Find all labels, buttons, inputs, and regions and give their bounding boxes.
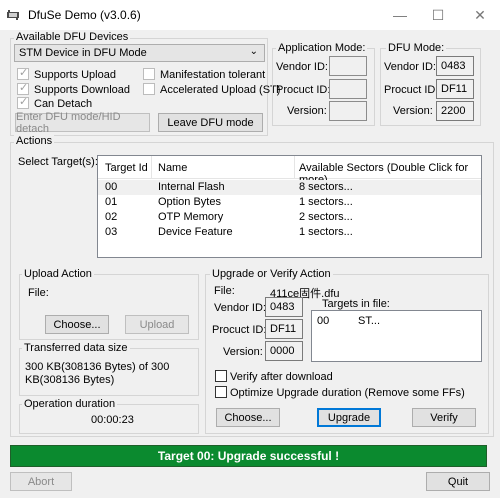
verify-after-download-label: Verify after download: [230, 371, 333, 383]
device-select-value: STM Device in DFU Mode: [19, 47, 147, 59]
table-row[interactable]: 01 Option Bytes 1 sectors...: [98, 195, 481, 210]
upload-action-label: Upload Action: [22, 268, 94, 280]
targets-in-file-list[interactable]: 00 ST...: [311, 310, 482, 362]
upgrade-choose-button[interactable]: Choose...: [216, 408, 280, 427]
enter-dfu-button[interactable]: Enter DFU mode/HID detach: [15, 111, 150, 135]
dfuse-app-icon: [6, 8, 20, 22]
app-product-field: [329, 79, 367, 99]
supports-upload-checkbox[interactable]: ✓: [17, 67, 29, 80]
col-divider: [294, 156, 295, 178]
upgrade-vendor-label: Vendor ID:: [214, 302, 266, 314]
chevron-down-icon: ⌄: [249, 46, 258, 57]
upgrade-product-field: DF11: [265, 319, 303, 339]
upload-choose-button[interactable]: Choose...: [45, 315, 109, 334]
manifestation-tolerant-checkbox[interactable]: [143, 68, 155, 80]
select-targets-label: Select Target(s):: [18, 156, 98, 168]
row-sectors: 1 sectors...: [299, 226, 353, 238]
available-devices-label: Available DFU Devices: [14, 31, 131, 43]
supports-upload-label: Supports Upload: [34, 69, 116, 81]
upgrade-vendor-field: 0483: [265, 297, 303, 317]
row-name: Option Bytes: [158, 196, 221, 208]
accelerated-upload-label: Accelerated Upload (ST): [160, 84, 281, 96]
optimize-upgrade-label: Optimize Upgrade duration (Remove some F…: [230, 387, 465, 399]
upgrade-product-label: Procuct ID:: [212, 324, 267, 336]
dfu-product-label: Procuct ID:: [384, 84, 439, 96]
row-target-id: 00: [105, 181, 118, 193]
verify-after-download-checkbox[interactable]: [215, 370, 227, 382]
window-title: DfuSe Demo (v3.0.6): [28, 8, 141, 22]
row-name: Device Feature: [158, 226, 233, 238]
targets-list[interactable]: Target Id Name Available Sectors (Double…: [97, 155, 482, 258]
quit-button[interactable]: Quit: [426, 472, 490, 491]
row-sectors: 1 sectors...: [299, 196, 353, 208]
abort-button[interactable]: Abort: [10, 472, 72, 491]
app-version-label: Version:: [287, 105, 327, 117]
can-detach-label: Can Detach: [34, 98, 93, 110]
minimize-icon[interactable]: —: [380, 0, 420, 30]
upgrade-file-label: File:: [214, 285, 235, 297]
dfu-version-label: Version:: [393, 105, 433, 117]
file-target-name: ST...: [358, 315, 381, 327]
upload-button[interactable]: Upload: [125, 315, 189, 334]
upgrade-action-label: Upgrade or Verify Action: [210, 268, 333, 280]
targets-header: Target Id Name Available Sectors (Double…: [98, 156, 481, 186]
col-name[interactable]: Name: [158, 162, 187, 174]
supports-download-label: Supports Download: [34, 84, 131, 96]
upgrade-version-field: 0000: [265, 341, 303, 361]
supports-download-checkbox[interactable]: ✓: [17, 82, 29, 95]
row-target-id: 01: [105, 196, 118, 208]
upgrade-button[interactable]: Upgrade: [317, 408, 381, 427]
dfu-product-field: DF11: [436, 79, 474, 99]
app-product-label: Procuct ID:: [276, 84, 331, 96]
manifestation-tolerant-label: Manifestation tolerant: [160, 69, 266, 81]
close-icon[interactable]: ✕: [460, 0, 500, 30]
transferred-label: Transferred data size: [22, 342, 130, 354]
table-row[interactable]: 02 OTP Memory 2 sectors...: [98, 210, 481, 225]
optimize-upgrade-checkbox[interactable]: [215, 386, 227, 398]
actions-label: Actions: [14, 135, 55, 147]
upload-file-label: File:: [28, 287, 49, 299]
dfu-version-field: 2200: [436, 101, 474, 121]
row-sectors: 2 sectors...: [299, 211, 353, 223]
app-version-field: [329, 101, 367, 121]
row-name: OTP Memory: [158, 211, 224, 223]
row-target-id: 02: [105, 211, 118, 223]
row-name: Internal Flash: [158, 181, 225, 193]
dfu-mode-label: DFU Mode:: [386, 42, 447, 54]
app-vendor-field: [329, 56, 367, 76]
table-row[interactable]: 03 Device Feature 1 sectors...: [98, 225, 481, 240]
targets-in-file-label: Targets in file:: [322, 298, 390, 310]
app-vendor-label: Vendor ID:: [276, 61, 328, 73]
dfu-vendor-label: Vendor ID:: [384, 61, 436, 73]
transferred-value: 300 KB(308136 Bytes) of 300 KB(308136 By…: [25, 361, 170, 386]
table-row[interactable]: 00 Internal Flash 8 sectors...: [98, 180, 481, 195]
col-divider: [151, 156, 152, 178]
dfu-vendor-field: 0483: [436, 56, 474, 76]
accelerated-upload-checkbox[interactable]: [143, 83, 155, 95]
file-target-id: 00: [317, 315, 330, 327]
row-sectors: 8 sectors...: [299, 181, 353, 193]
can-detach-checkbox[interactable]: ✓: [17, 96, 29, 109]
maximize-icon[interactable]: ☐: [418, 0, 458, 30]
upgrade-version-label: Version:: [223, 346, 263, 358]
row-target-id: 03: [105, 226, 118, 238]
duration-value: 00:00:23: [91, 414, 134, 426]
col-target-id[interactable]: Target Id: [105, 162, 148, 174]
duration-label: Operation duration: [22, 398, 118, 410]
application-mode-label: Application Mode:: [276, 42, 368, 54]
device-select[interactable]: STM Device in DFU Mode ⌄: [14, 44, 265, 62]
verify-button[interactable]: Verify: [412, 408, 476, 427]
leave-dfu-button[interactable]: Leave DFU mode: [158, 113, 263, 132]
status-bar: Target 00: Upgrade successful !: [10, 445, 487, 467]
